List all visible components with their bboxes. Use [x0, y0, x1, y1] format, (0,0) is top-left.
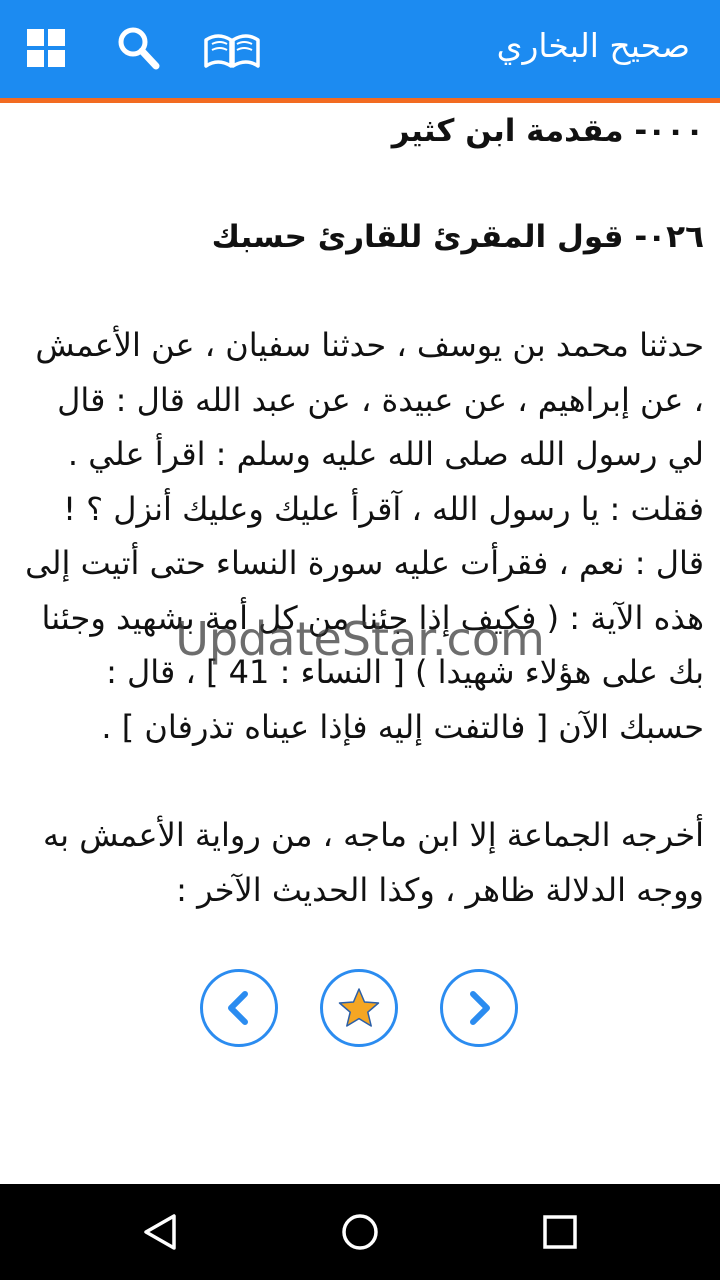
chevron-right-icon [470, 991, 490, 1025]
home-icon[interactable] [340, 1212, 380, 1252]
open-book-icon[interactable] [200, 22, 264, 74]
system-navigation-bar [0, 1184, 720, 1280]
hadith-content: ٠٠٠- مقدمة ابن كثير ٠٢٦- قول المقرئ للقا… [18, 104, 704, 917]
star-icon [338, 988, 380, 1027]
appbar-accent-line [0, 98, 720, 103]
commentary-text: أخرجه الجماعة إلا ابن ماجه ، من رواية ال… [42, 816, 704, 909]
favorite-button[interactable] [320, 969, 398, 1047]
watermark: UpdateStar.com [175, 612, 545, 666]
chevron-left-icon [228, 991, 248, 1025]
search-icon[interactable] [112, 22, 164, 74]
hadith-text: حدثنا محمد بن يوسف ، حدثنا سفيان ، عن ال… [25, 326, 704, 746]
section-heading: ٠٠٠- مقدمة ابن كثير [391, 113, 704, 149]
back-icon[interactable] [140, 1212, 180, 1252]
app-bar: صحيح البخاري [0, 0, 720, 98]
app-title: صحيح البخاري [496, 26, 690, 65]
recents-icon[interactable] [540, 1212, 580, 1252]
next-button[interactable] [440, 969, 518, 1047]
grid-icon[interactable] [20, 22, 72, 74]
chapter-heading: ٠٢٦- قول المقرئ للقارئ حسبك [211, 219, 704, 255]
previous-button[interactable] [200, 969, 278, 1047]
